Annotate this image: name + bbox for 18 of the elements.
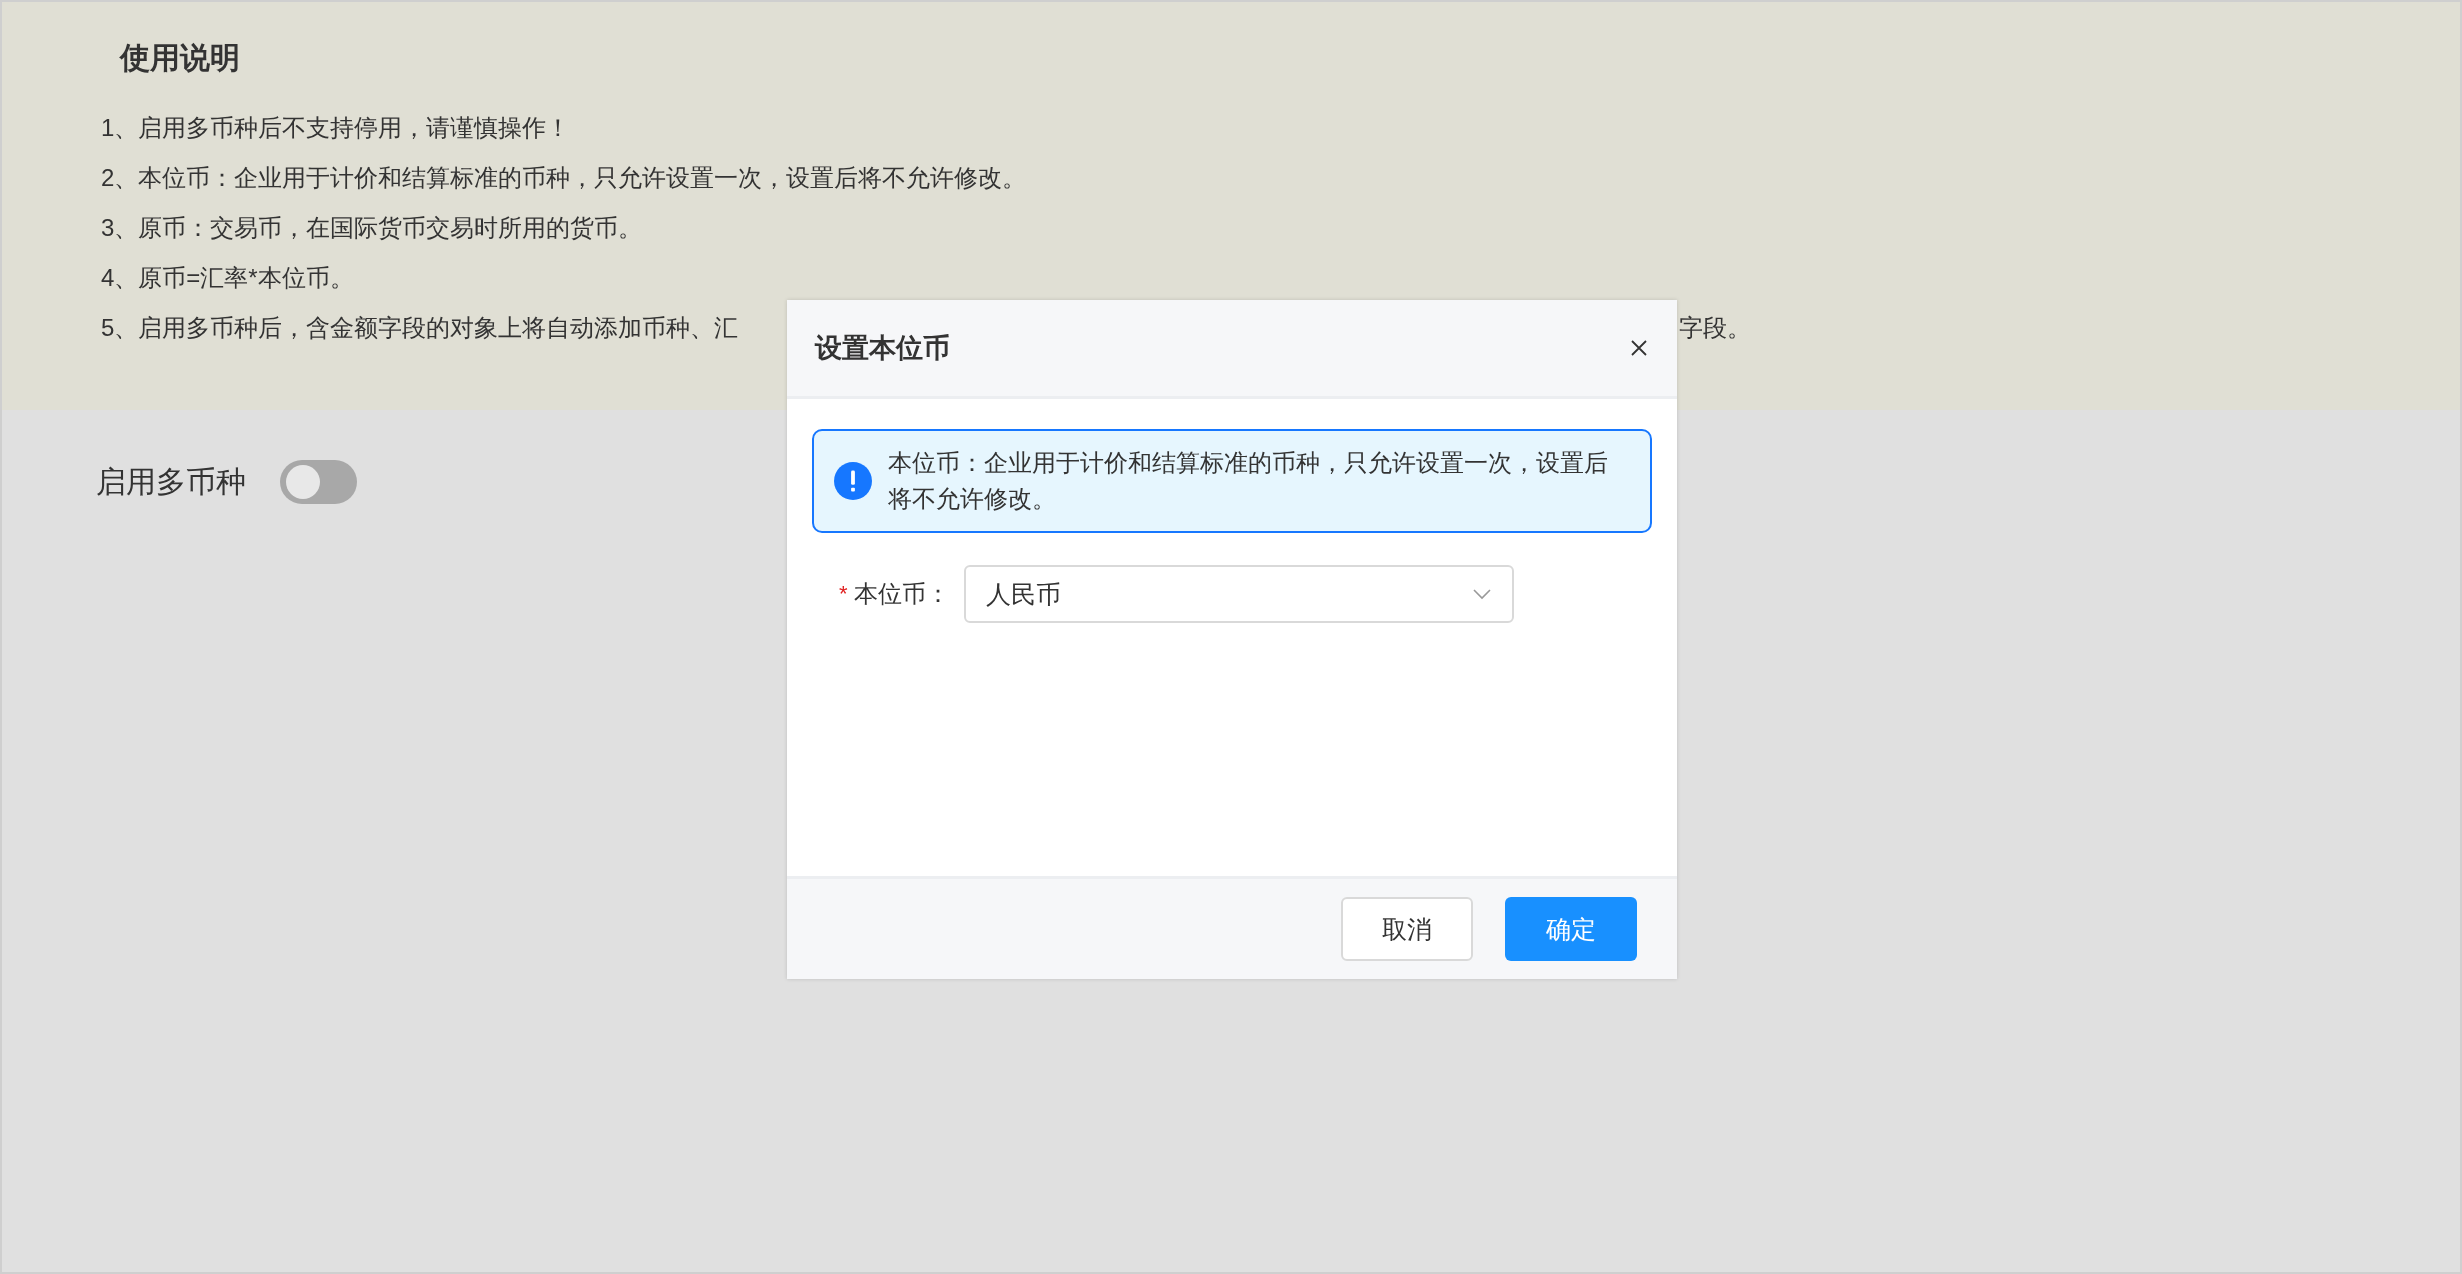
chevron-down-icon xyxy=(1471,588,1492,600)
note-text: 1、启用多币种后不支持停用，请谨慎操作！ xyxy=(101,113,571,143)
note-text: 4、原币=汇率*本位币。 xyxy=(101,263,354,293)
note-text: 字段。 xyxy=(1679,313,1751,343)
note-text: 3、原币：交易币，在国际货币交易时所用的货币。 xyxy=(101,213,643,243)
alert-text: 本位币：企业用于计价和结算标准的币种，只允许设置一次，设置后将不允许修改。 xyxy=(888,448,1609,514)
currency-select[interactable]: 人民币 xyxy=(963,565,1514,623)
dialog-title: 设置本位币 xyxy=(815,332,950,365)
required-mark: * xyxy=(839,581,848,607)
cancel-button[interactable]: 取消 xyxy=(1341,897,1473,961)
close-icon[interactable] xyxy=(1629,338,1649,358)
exclamation-icon xyxy=(834,462,872,500)
field-label: 本位币： xyxy=(853,579,950,609)
notes-title: 使用说明 xyxy=(120,40,241,76)
toggle-label: 启用多币种 xyxy=(96,463,246,500)
note-text: 5、启用多币种后，含金额字段的对象上将自动添加币种、汇 xyxy=(101,314,739,341)
note-text: 2、本位币：企业用于计价和结算标准的币种，只允许设置一次，设置后将不允许修改。 xyxy=(101,163,1027,193)
toggle-switch[interactable] xyxy=(280,460,357,504)
